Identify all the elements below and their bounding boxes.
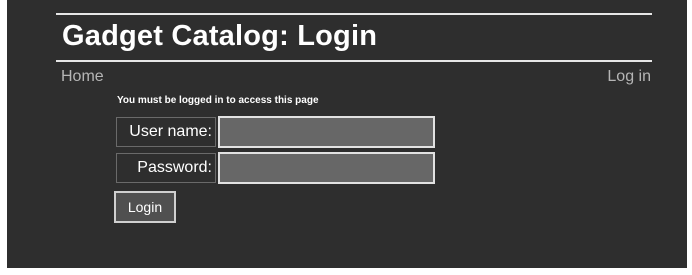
- login-required-notice: You must be logged in to access this pag…: [117, 95, 319, 106]
- username-input[interactable]: [218, 116, 435, 148]
- password-input[interactable]: [218, 152, 435, 184]
- login-button[interactable]: Login: [114, 191, 176, 223]
- header-top-rule: [56, 13, 652, 15]
- nav-home-link[interactable]: Home: [61, 68, 104, 86]
- password-label: Password:: [116, 153, 216, 183]
- header-bottom-rule: [56, 60, 652, 62]
- username-label: User name:: [116, 117, 216, 147]
- page-title: Gadget Catalog: Login: [62, 20, 378, 52]
- nav-login-link[interactable]: Log in: [607, 68, 651, 86]
